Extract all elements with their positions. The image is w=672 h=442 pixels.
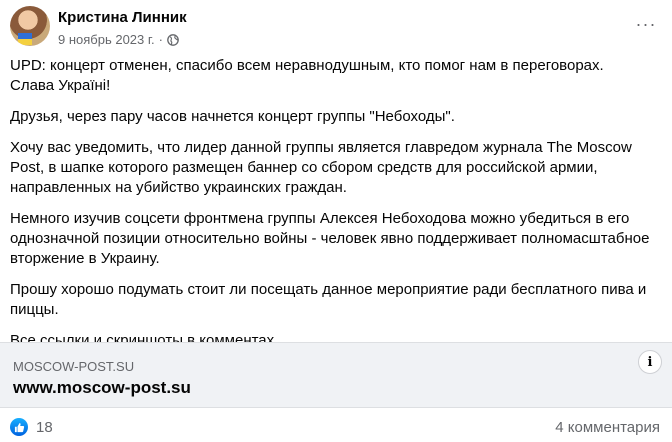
post-meta: 9 ноябрь 2023 г. · bbox=[58, 32, 179, 47]
post-paragraph: Прошу хорошо подумать стоит ли посещать … bbox=[10, 281, 647, 318]
post-header: Кристина Линник 9 ноябрь 2023 г. · ··· bbox=[10, 6, 662, 52]
author-name[interactable]: Кристина Линник bbox=[58, 9, 187, 26]
post-body: UPD: концерт отменен, спасибо всем нерав… bbox=[10, 56, 662, 362]
avatar-flag-stripe-yellow bbox=[18, 39, 32, 45]
link-title[interactable]: www.moscow-post.su bbox=[13, 378, 191, 398]
like-icon[interactable] bbox=[10, 418, 28, 436]
link-domain: MOSCOW-POST.SU bbox=[13, 359, 135, 374]
post-footer: 18 4 комментария bbox=[10, 418, 660, 440]
post-paragraph: Немного изучив соцсети фронтмена группы … bbox=[10, 210, 650, 267]
link-preview-card[interactable]: MOSCOW-POST.SU www.moscow-post.su i bbox=[0, 342, 672, 408]
post-paragraph: Слава Україні! bbox=[10, 77, 111, 94]
reaction-count[interactable]: 18 bbox=[36, 419, 53, 436]
info-icon[interactable]: i bbox=[638, 350, 662, 374]
author-avatar[interactable] bbox=[10, 6, 50, 46]
more-options-icon[interactable]: ··· bbox=[632, 14, 660, 34]
post-paragraph: UPD: концерт отменен, спасибо всем нерав… bbox=[10, 57, 604, 74]
post-date[interactable]: 9 ноябрь 2023 г. bbox=[58, 32, 155, 47]
post-paragraph: Хочу вас уведомить, что лидер данной гру… bbox=[10, 139, 632, 196]
meta-separator: · bbox=[158, 32, 163, 47]
globe-icon[interactable] bbox=[167, 33, 179, 46]
post-paragraph: Друзья, через пару часов начнется концер… bbox=[10, 108, 455, 125]
comments-count[interactable]: 4 комментария bbox=[555, 419, 660, 436]
